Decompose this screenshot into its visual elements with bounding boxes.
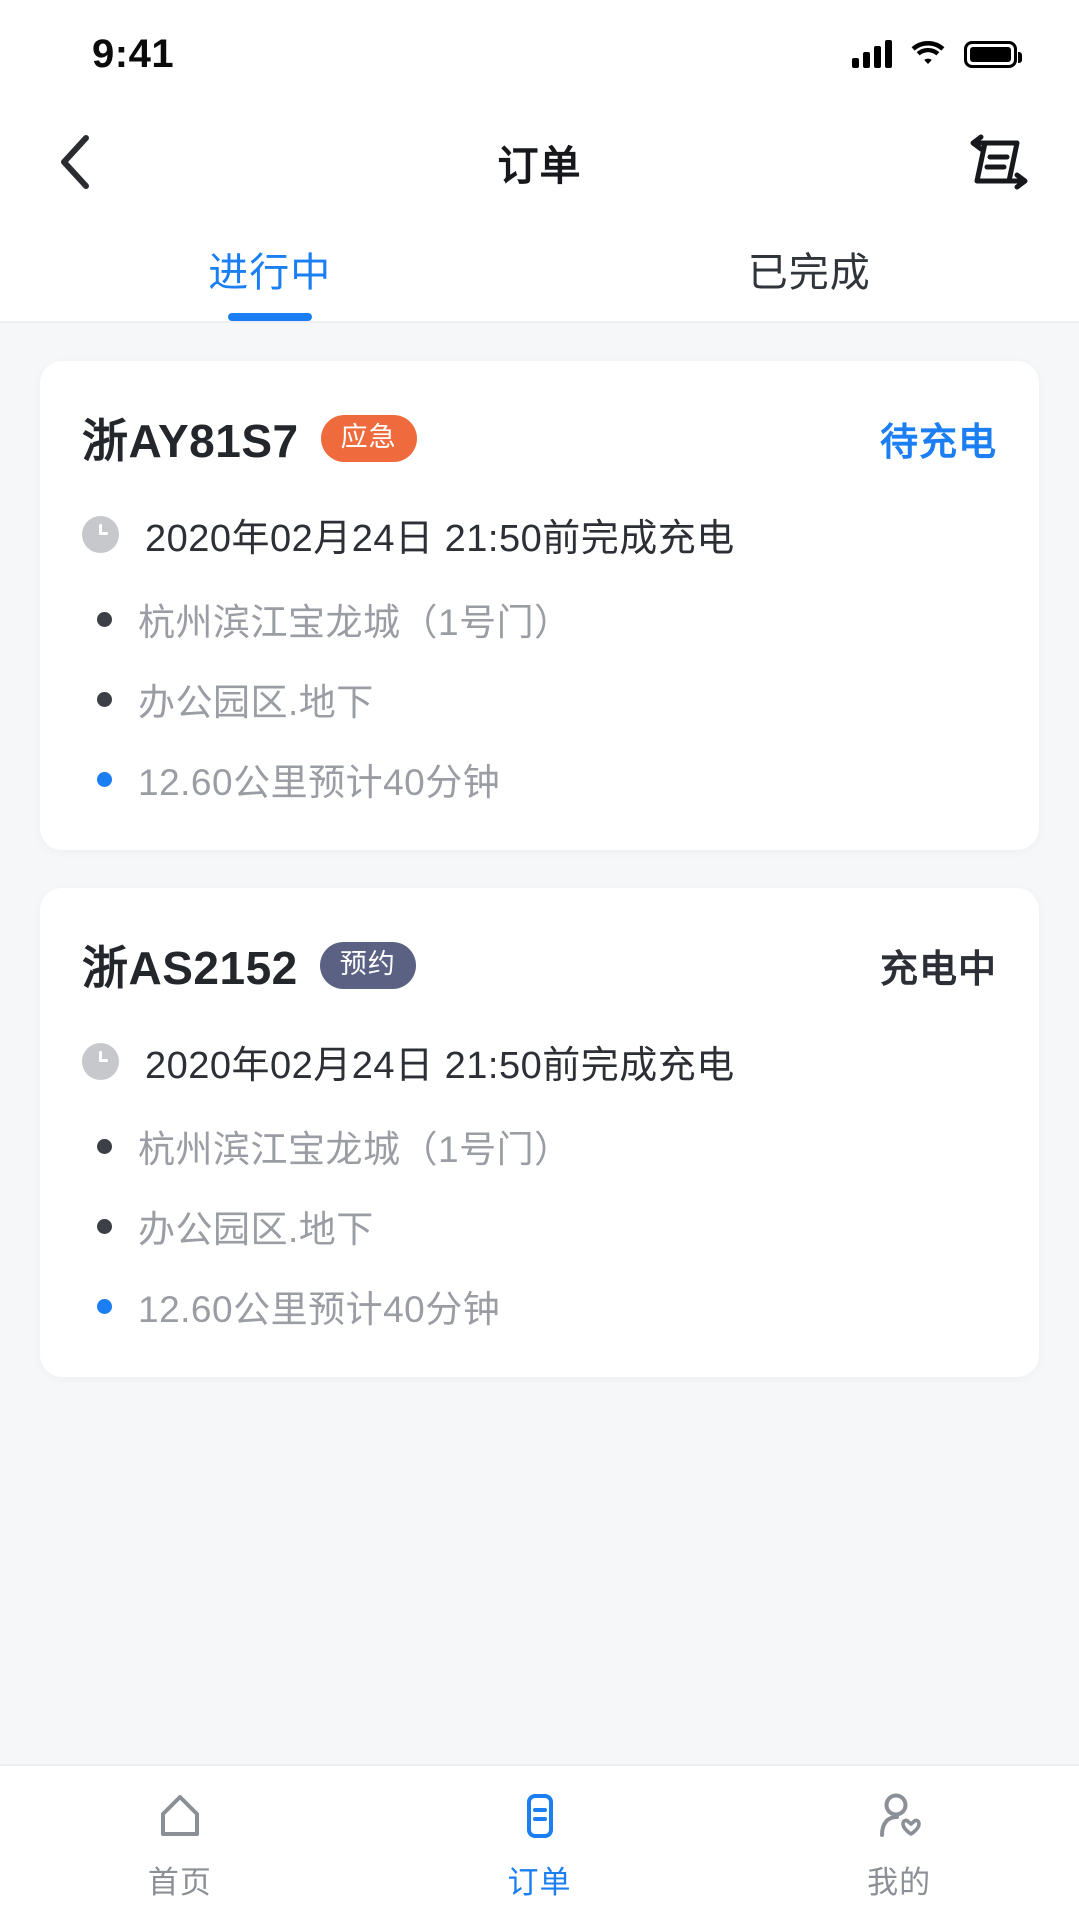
tab-completed[interactable]: 已完成: [540, 216, 1079, 321]
bullet-dot: [97, 691, 112, 707]
status-bar: 9:41: [0, 0, 1079, 108]
deadline-text: 2020年02月24日 21:50前完成充电: [145, 1045, 735, 1087]
order-card-header: 浙AY81S7 应急 待充电: [82, 405, 997, 471]
tab-active-indicator: [227, 313, 312, 321]
detail-text: 12.60公里预计40分钟: [138, 1289, 501, 1330]
detail-row-area: 办公园区.地下: [82, 672, 997, 726]
plate-group: 浙AS2152 预约: [82, 932, 416, 998]
order-type-badge: 预约: [319, 941, 416, 989]
clock-icon: [82, 516, 119, 553]
page-title: 订单: [497, 143, 582, 189]
tabbar-item-profile[interactable]: 我的: [719, 1788, 1079, 1902]
order-card[interactable]: 浙AY81S7 应急 待充电 2020年02月24日 21:50前完成充电 杭州…: [40, 361, 1039, 850]
tabbar-item-home[interactable]: 首页: [0, 1788, 360, 1902]
bottom-tab-bar: 首页 订单 我的: [0, 1764, 1079, 1919]
document-icon: [514, 1788, 566, 1844]
tabbar-label-home: 首页: [147, 1865, 212, 1900]
tabbar-label-orders: 订单: [507, 1865, 572, 1900]
deadline-row: 2020年02月24日 21:50前完成充电: [82, 507, 997, 562]
plate-group: 浙AY81S7 应急: [82, 405, 417, 471]
order-tabs: 进行中 已完成: [0, 216, 1079, 323]
detail-text: 杭州滨江宝龙城（1号门）: [138, 602, 572, 643]
tab-inactive-indicator: [767, 313, 851, 321]
detail-row-distance: 12.60公里预计40分钟: [82, 1279, 997, 1333]
tab-in-progress[interactable]: 进行中: [0, 216, 540, 321]
bullet-dot: [97, 1138, 112, 1154]
status-bar-icons: [852, 38, 1022, 71]
tab-completed-label: 已完成: [747, 250, 871, 295]
license-plate: 浙AS2152: [82, 942, 298, 994]
cellular-signal-icon: [852, 40, 892, 68]
detail-row-location: 杭州滨江宝龙城（1号门）: [82, 1119, 997, 1173]
battery-full-icon: [964, 40, 1022, 68]
detail-row-area: 办公园区.地下: [82, 1199, 997, 1253]
tabbar-label-profile: 我的: [867, 1865, 932, 1900]
detail-text: 杭州滨江宝龙城（1号门）: [138, 1129, 572, 1170]
deadline-text: 2020年02月24日 21:50前完成充电: [145, 518, 735, 560]
status-bar-time: 9:41: [92, 31, 175, 76]
transaction-records-icon[interactable]: [963, 127, 1033, 197]
order-type-badge: 应急: [320, 414, 417, 462]
order-list: 浙AY81S7 应急 待充电 2020年02月24日 21:50前完成充电 杭州…: [0, 323, 1079, 1764]
deadline-row: 2020年02月24日 21:50前完成充电: [82, 1034, 997, 1089]
wifi-icon: [910, 38, 946, 71]
detail-text: 办公园区.地下: [138, 682, 374, 723]
order-card-header: 浙AS2152 预约 充电中: [82, 932, 997, 998]
bullet-dot: [97, 1298, 112, 1314]
detail-text: 办公园区.地下: [138, 1209, 374, 1250]
clock-icon: [82, 1043, 119, 1080]
status-badge: 待充电: [879, 421, 997, 464]
tab-in-progress-label: 进行中: [208, 250, 332, 295]
order-card[interactable]: 浙AS2152 预约 充电中 2020年02月24日 21:50前完成充电 杭州…: [40, 888, 1039, 1377]
app-screen: 9:41 订单 进行中 已完成 浙AY81S7 应急 待充电 2020年02月2…: [0, 0, 1079, 1919]
detail-text: 12.60公里预计40分钟: [138, 762, 501, 803]
tabbar-item-orders[interactable]: 订单: [360, 1788, 720, 1902]
navigation-bar: 订单: [0, 108, 1079, 216]
bullet-dot: [97, 611, 112, 627]
bullet-dot: [97, 771, 112, 787]
bullet-dot: [97, 1218, 112, 1234]
detail-row-distance: 12.60公里预计40分钟: [82, 752, 997, 806]
license-plate: 浙AY81S7: [82, 415, 299, 467]
profile-heart-icon: [872, 1788, 926, 1844]
home-icon: [154, 1788, 206, 1844]
status-badge: 充电中: [879, 948, 997, 991]
detail-row-location: 杭州滨江宝龙城（1号门）: [82, 592, 997, 646]
back-chevron-icon[interactable]: [40, 127, 110, 197]
